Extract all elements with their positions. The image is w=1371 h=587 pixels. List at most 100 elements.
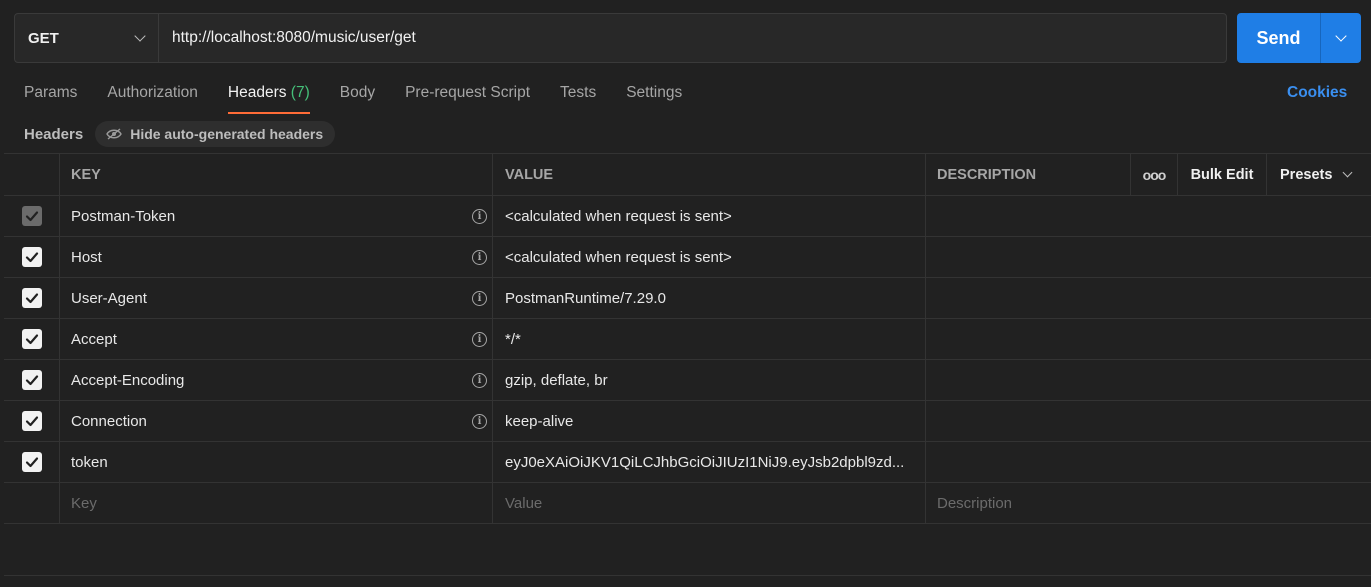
key-cell[interactable]: Host i <box>60 237 493 277</box>
row-checkbox[interactable] <box>21 288 42 308</box>
key-cell[interactable]: Connection i <box>60 401 493 441</box>
url-bar: GET http://localhost:8080/music/user/get <box>14 13 1227 63</box>
presets-dropdown[interactable]: Presets <box>1267 154 1371 195</box>
description-input[interactable]: Description <box>926 483 1371 523</box>
eye-off-icon <box>106 128 123 140</box>
presets-label: Presets <box>1280 166 1333 183</box>
value-cell[interactable]: gzip, deflate, br <box>493 360 926 400</box>
row-checkbox[interactable] <box>21 370 42 390</box>
new-header-row: Key Value Description <box>4 483 1371 524</box>
headers-table: KEY VALUE DESCRIPTION ooo Bulk Edit Pres… <box>4 153 1371 524</box>
value-cell[interactable]: PostmanRuntime/7.29.0 <box>493 278 926 318</box>
header-key: token <box>71 453 108 471</box>
send-button-group: Send <box>1237 13 1361 63</box>
header-key: Accept <box>71 330 117 348</box>
method-select[interactable]: GET <box>15 14 159 62</box>
cookies-link[interactable]: Cookies <box>1287 80 1347 105</box>
table-row: Host i <calculated when request is sent> <box>4 237 1371 278</box>
tab-pre-request-script[interactable]: Pre-request Script <box>405 80 530 114</box>
description-cell[interactable] <box>926 196 1371 236</box>
column-header-description: DESCRIPTION <box>926 154 1131 195</box>
url-input[interactable]: http://localhost:8080/music/user/get <box>159 14 1226 62</box>
chevron-down-icon <box>134 30 146 42</box>
table-row: Accept i */* <box>4 319 1371 360</box>
row-checkbox[interactable] <box>21 411 42 431</box>
header-value: <calculated when request is sent> <box>505 248 732 266</box>
header-value: gzip, deflate, br <box>505 371 608 389</box>
chevron-down-icon <box>1342 167 1353 178</box>
method-label: GET <box>28 29 59 47</box>
header-value: PostmanRuntime/7.29.0 <box>505 289 666 307</box>
header-checkbox-cell <box>4 154 60 195</box>
header-key: Host <box>71 248 102 266</box>
headers-title: Headers <box>24 125 84 143</box>
bulk-edit-button[interactable]: Bulk Edit <box>1178 154 1267 195</box>
key-cell[interactable]: token <box>60 442 493 482</box>
table-row: Accept-Encoding i gzip, deflate, br <box>4 360 1371 401</box>
value-input[interactable]: Value <box>493 483 926 523</box>
value-cell[interactable]: <calculated when request is sent> <box>493 196 926 236</box>
key-cell[interactable]: Accept i <box>60 319 493 359</box>
key-input[interactable]: Key <box>60 483 493 523</box>
table-header-row: KEY VALUE DESCRIPTION ooo Bulk Edit Pres… <box>4 153 1371 196</box>
tab-body[interactable]: Body <box>340 80 375 114</box>
header-value: <calculated when request is sent> <box>505 207 732 225</box>
column-header-value: VALUE <box>493 154 926 195</box>
row-checkbox-cell <box>4 442 60 482</box>
tab-settings[interactable]: Settings <box>626 80 682 114</box>
value-cell[interactable]: eyJ0eXAiOiJKV1QiLCJhbGciOiJIUzI1NiJ9.eyJ… <box>493 442 926 482</box>
tab-authorization[interactable]: Authorization <box>107 80 197 114</box>
row-checkbox-cell <box>4 278 60 318</box>
row-checkbox-cell <box>4 196 60 236</box>
header-key: User-Agent <box>71 289 147 307</box>
tab-tests[interactable]: Tests <box>560 80 596 114</box>
description-cell[interactable] <box>926 237 1371 277</box>
description-cell[interactable] <box>926 442 1371 482</box>
table-row: Postman-Token i <calculated when request i… <box>4 196 1371 237</box>
chevron-down-icon <box>1335 30 1347 42</box>
info-icon[interactable]: i <box>472 372 487 388</box>
headers-count: (7) <box>290 84 310 101</box>
tab-headers[interactable]: Headers (7) <box>227 80 310 114</box>
request-tabs: Params Authorization Headers (7) Body Pr… <box>24 80 712 114</box>
row-checkbox-cell <box>4 319 60 359</box>
row-checkbox-cell <box>4 401 60 441</box>
description-cell[interactable] <box>926 319 1371 359</box>
value-cell[interactable]: */* <box>493 319 926 359</box>
description-cell[interactable] <box>926 401 1371 441</box>
header-value: keep-alive <box>505 412 574 430</box>
description-cell[interactable] <box>926 278 1371 318</box>
row-checkbox[interactable] <box>21 247 42 267</box>
header-value: */* <box>505 330 521 348</box>
hide-auto-headers-label: Hide auto-generated headers <box>130 126 324 142</box>
send-options-button[interactable] <box>1321 13 1361 63</box>
description-cell[interactable] <box>926 360 1371 400</box>
info-icon[interactable]: i <box>472 290 487 306</box>
table-row: User-Agent i PostmanRuntime/7.29.0 <box>4 278 1371 319</box>
key-cell[interactable]: User-Agent i <box>60 278 493 318</box>
header-key: Connection <box>71 412 147 430</box>
send-button[interactable]: Send <box>1237 13 1321 63</box>
key-cell[interactable]: Accept-Encoding i <box>60 360 493 400</box>
header-value: eyJ0eXAiOiJKV1QiLCJhbGciOiJIUzI1NiJ9.eyJ… <box>505 453 905 471</box>
table-row: token eyJ0eXAiOiJKV1QiLCJhbGciOiJIUzI1NiJ… <box>4 442 1371 483</box>
row-checkbox-cell <box>4 360 60 400</box>
table-row: Connection i keep-alive <box>4 401 1371 442</box>
row-checkbox-cell <box>4 237 60 277</box>
row-checkbox[interactable] <box>21 329 42 349</box>
row-checkbox[interactable] <box>21 452 42 472</box>
key-cell[interactable]: Postman-Token i <box>60 196 493 236</box>
more-options-button[interactable]: ooo <box>1131 154 1178 195</box>
headers-subheader: Headers Hide auto-generated headers <box>24 121 336 147</box>
info-icon[interactable]: i <box>472 208 487 224</box>
info-icon[interactable]: i <box>472 331 487 347</box>
value-cell[interactable]: <calculated when request is sent> <box>493 237 926 277</box>
value-cell[interactable]: keep-alive <box>493 401 926 441</box>
column-header-key: KEY <box>60 154 493 195</box>
info-icon[interactable]: i <box>472 413 487 429</box>
header-key: Postman-Token <box>71 207 176 225</box>
info-icon[interactable]: i <box>472 249 487 265</box>
hide-auto-headers-toggle[interactable]: Hide auto-generated headers <box>95 121 336 147</box>
row-checkbox-cell <box>4 483 60 523</box>
tab-params[interactable]: Params <box>24 80 77 114</box>
